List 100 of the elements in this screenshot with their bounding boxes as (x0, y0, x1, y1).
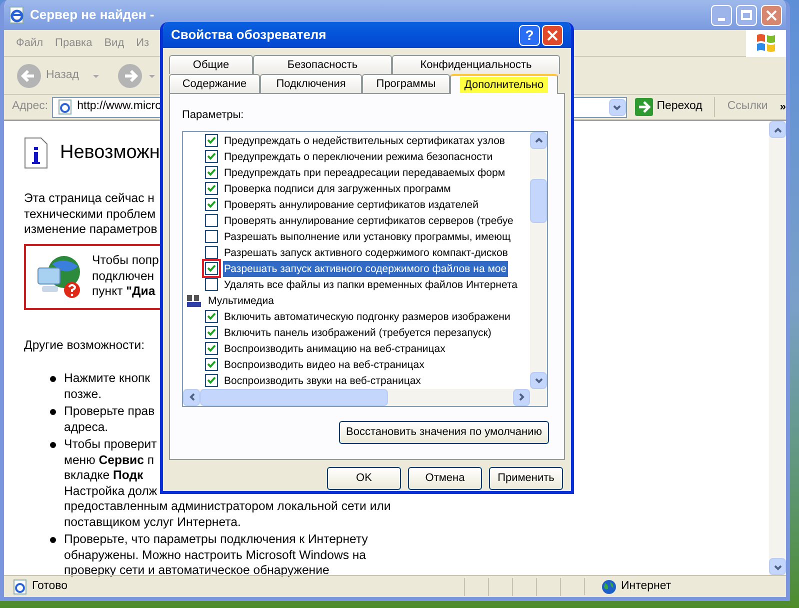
info-page-icon (24, 137, 48, 169)
option-label[interactable]: Предупреждать о переключении режима безопасности (223, 148, 494, 164)
checkbox[interactable] (205, 134, 218, 147)
option-label[interactable]: Проверять аннулирование сертификатов издателей (223, 196, 480, 212)
list-line: предоставленным администратором локальной сети или (64, 499, 391, 514)
scroll-up-button[interactable] (530, 132, 547, 148)
notice-line: Чтобы попр (92, 253, 159, 269)
page-icon (57, 99, 74, 115)
option-label[interactable]: Включить автоматическую подгонку размеров изображени (223, 308, 512, 324)
bullet-icon (50, 442, 56, 448)
scroll-left-button[interactable] (183, 388, 200, 406)
paragraph-line: техническими проблем (24, 206, 156, 222)
list-line: Проверьте прав (64, 404, 155, 420)
help-button[interactable]: ? (519, 24, 540, 46)
close-button[interactable] (542, 24, 563, 46)
close-button[interactable] (761, 4, 782, 26)
list-line: Нажмите кнопк (64, 371, 150, 386)
option-label[interactable]: Удалять все файлы из папки временных файлов Интернета (223, 276, 518, 292)
status-text: Готово (32, 578, 68, 594)
bullet-icon (50, 376, 56, 382)
page-icon (12, 578, 28, 594)
option-label[interactable]: Проверка подписи для загруженных программ (223, 180, 452, 196)
list-vertical-scrollbar[interactable] (530, 132, 547, 388)
option-label[interactable]: Воспроизводить анимацию на веб-страницах (223, 340, 446, 356)
arrow-right-icon (634, 98, 653, 116)
checkbox[interactable] (205, 310, 218, 323)
dialog-button[interactable]: Применить (489, 467, 563, 490)
windows-logo-icon (755, 33, 777, 53)
bullet-icon (50, 409, 56, 415)
scroll-thumb[interactable] (200, 388, 388, 406)
scroll-thumb[interactable] (530, 178, 547, 222)
option-label[interactable]: Разрешать выполнение или установку программы, имеющ (223, 228, 512, 244)
option-label[interactable]: Предупреждать о недействительных сертификатах узлов (223, 132, 506, 148)
bullet-icon (50, 537, 56, 543)
checkbox[interactable] (205, 214, 218, 227)
tab[interactable]: Содержание (169, 74, 260, 93)
list-line: обнаружены. Можно настроить Microsoft Windows на (64, 548, 366, 563)
list-horizontal-scrollbar[interactable] (183, 388, 547, 406)
list-line: Проверьте, что параметры подключения к Интернету (64, 532, 368, 548)
checkbox[interactable] (205, 326, 218, 339)
tab[interactable]: Программы (362, 74, 450, 93)
group-icon (186, 294, 202, 308)
checkbox[interactable] (205, 278, 218, 291)
paragraph-line: Эта страница сейчас н (24, 191, 154, 206)
zone-text: Интернет (621, 578, 672, 594)
dialog-button[interactable]: OK (327, 467, 401, 490)
list-line: проверку сети и автоматическое обнаружение (64, 563, 330, 578)
checkbox[interactable] (205, 342, 218, 355)
globe-icon (601, 578, 617, 594)
option-label[interactable]: Предупреждать при переадресации передаваемых форм (223, 164, 506, 180)
list-line: Настройка долж (64, 484, 158, 499)
scroll-down-button[interactable] (769, 558, 786, 575)
checkbox[interactable] (205, 166, 218, 179)
address-dropdown-button[interactable] (608, 98, 626, 116)
vertical-scrollbar[interactable] (769, 121, 786, 575)
list-line: поставщиком услуг Интернета. (64, 514, 241, 530)
browser-icon (8, 6, 26, 24)
list-line: адреса. (64, 420, 108, 435)
dialog-button[interactable]: Отмена (408, 467, 482, 490)
list-line: меню Сервис п (64, 452, 154, 468)
notice-line: подключен (92, 268, 154, 284)
error-heading: Невозможн (60, 142, 160, 164)
group-label: Мультимедиа (208, 294, 274, 308)
close-x-icon (766, 10, 777, 20)
scroll-right-button[interactable] (513, 388, 530, 406)
checkbox[interactable] (205, 230, 218, 243)
checkbox[interactable] (205, 374, 218, 387)
close-x-icon (547, 30, 558, 40)
checkbox[interactable] (205, 358, 218, 371)
option-label[interactable]: Проверять аннулирование сертификатов серверов (требуе (223, 212, 514, 228)
tab[interactable]: Подключения (260, 74, 362, 93)
settings-label: Параметры: (182, 108, 244, 123)
checkbox[interactable] (205, 262, 218, 275)
dialog-title: Свойства обозревателя (171, 26, 326, 44)
go-button[interactable]: Переход (634, 98, 702, 116)
address-label: Адрес: (12, 99, 48, 114)
tab[interactable]: Конфиденциальность (392, 55, 560, 74)
tab[interactable]: Дополнительно (450, 74, 558, 94)
scroll-up-button[interactable] (769, 121, 786, 138)
window-title: Сервер не найден - (30, 6, 154, 24)
option-label[interactable]: Включить панель изображений (требуется перезапуск) (223, 324, 492, 340)
option-label[interactable]: Воспроизводить видео на веб-страницах (223, 356, 426, 372)
section-heading: Другие возможности: (24, 338, 145, 353)
list-line: вкладке Подк (64, 468, 144, 484)
list-line: Чтобы проверит (64, 437, 157, 452)
scroll-down-button[interactable] (530, 372, 547, 388)
notice-line: пункт "Диа (92, 284, 156, 300)
chevron-button[interactable]: » (780, 98, 786, 116)
checkbox[interactable] (205, 182, 218, 195)
tab[interactable]: Безопасность (253, 55, 392, 74)
option-label[interactable]: Воспроизводить звуки на веб-страницах (223, 372, 422, 388)
checkbox[interactable] (205, 198, 218, 211)
restore-defaults-button[interactable]: Восстановить значения по умолчанию (338, 420, 549, 444)
tab[interactable]: Общие (169, 55, 253, 74)
option-label[interactable]: Разрешать запуск активного содержимого файлов на мое (223, 260, 508, 276)
list-line: позже. (64, 386, 102, 402)
paragraph-line: изменение параметров (24, 222, 158, 238)
checkbox[interactable] (205, 150, 218, 163)
option-label[interactable]: Разрешать запуск активного содержимого компакт-дисков (223, 244, 509, 260)
checkbox[interactable] (205, 246, 218, 259)
